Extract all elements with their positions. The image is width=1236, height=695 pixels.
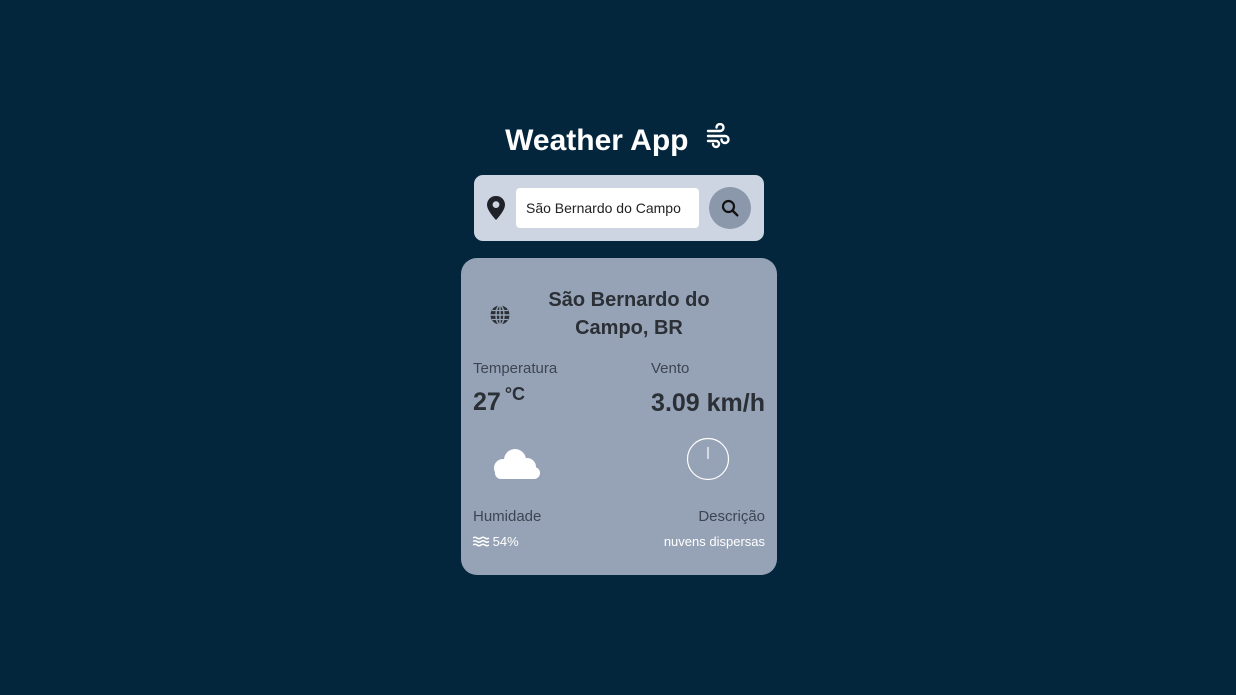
compass-icon [686,437,730,486]
search-button[interactable] [709,187,751,229]
search-icon [709,199,751,217]
temperature-unit: °C [504,384,526,404]
city-name: São Bernardo do Campo, BR [548,289,710,339]
cloud-icon [489,446,541,487]
temperature-value: 27 °C [473,384,525,417]
humidity-value: 54% [472,534,519,549]
map-pin-icon [486,195,506,226]
wind-icon [705,121,731,159]
search-panel [474,175,764,241]
description-value: nuvens dispersas [663,534,765,549]
city-search-input[interactable] [516,188,699,228]
water-icon [472,534,493,549]
wind-value: 3.09 km/h [651,389,765,417]
wind-label: Vento [651,360,690,377]
app-title: Weather App [505,124,689,157]
globe-icon [489,304,511,331]
description-label: Descrição [698,508,765,525]
humidity-label: Humidade [473,508,542,525]
weather-card: São Bernardo do Campo, BR Temperatura 27… [461,258,777,575]
temperature-label: Temperatura [473,360,558,377]
temperature-number: 27 [473,388,501,416]
app-header: Weather App [0,122,1236,160]
humidity-percent: 54% [492,534,519,549]
